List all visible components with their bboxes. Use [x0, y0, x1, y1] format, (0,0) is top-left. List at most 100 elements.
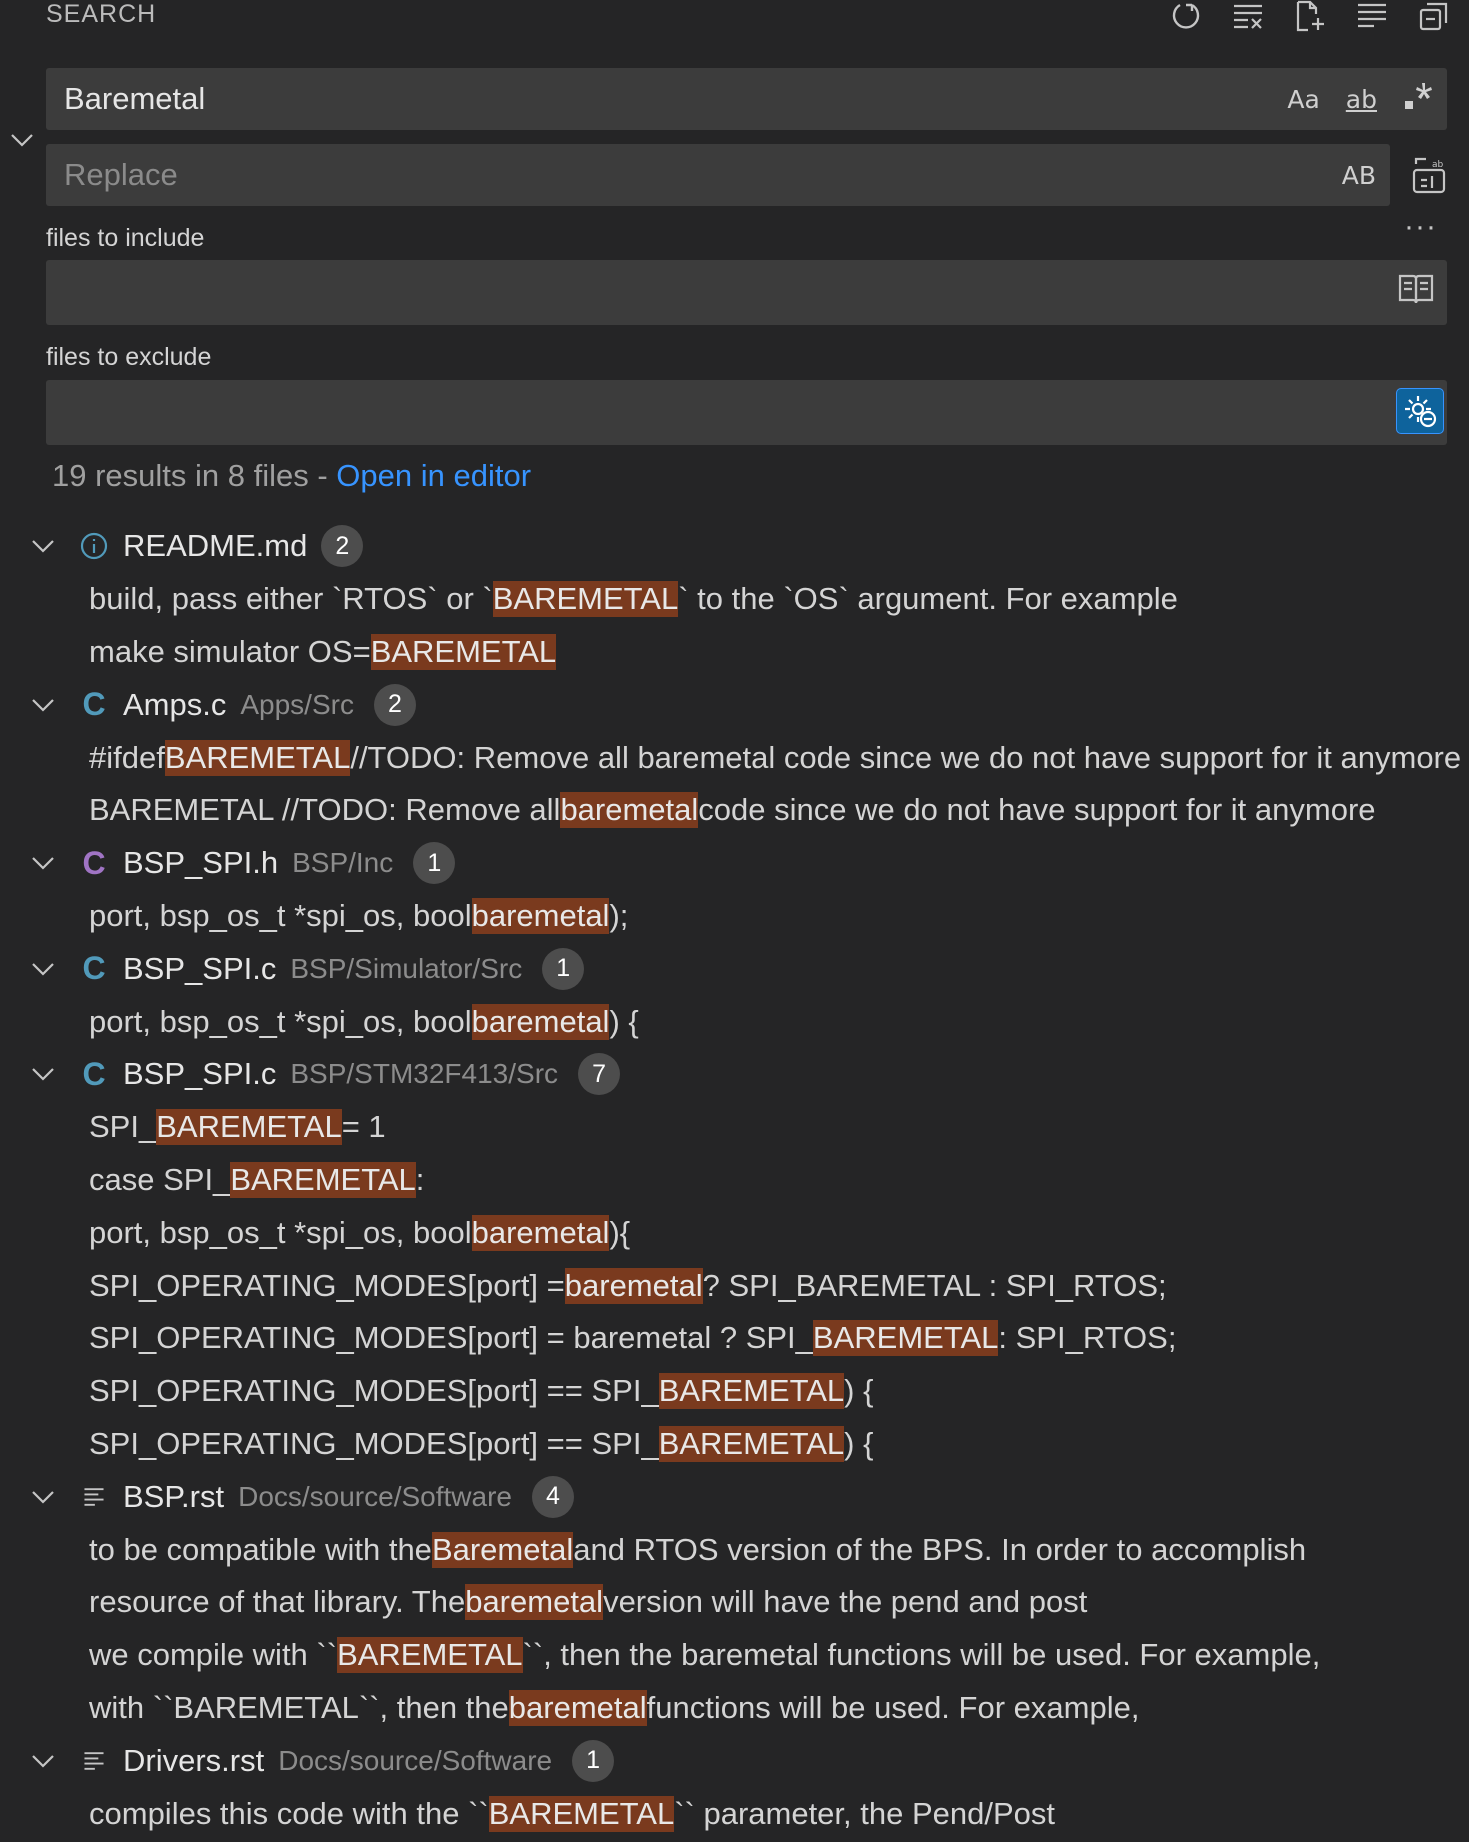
- match-suffix: functions will be used. For example,: [646, 1689, 1140, 1725]
- match-prefix: build, pass either `RTOS` or `: [89, 581, 493, 617]
- search-toolbar: [1169, 0, 1451, 32]
- search-input[interactable]: Baremetal Aa ab: [46, 68, 1447, 130]
- open-editors-only-icon[interactable]: [1397, 270, 1435, 308]
- chevron-down-icon[interactable]: [29, 1483, 59, 1511]
- match-line[interactable]: port, bsp_os_t *spi_os, bool baremetal);: [0, 890, 1469, 943]
- preserve-case-toggle[interactable]: AB: [1342, 161, 1376, 190]
- toggle-replace-chevron-icon[interactable]: [8, 126, 36, 154]
- match-suffix: ){: [609, 1214, 631, 1250]
- chevron-down-icon[interactable]: [29, 955, 59, 983]
- match-line[interactable]: we compile with `` BAREMETAL ``, then the …: [0, 1629, 1469, 1682]
- match-highlight: Baremetal: [431, 1531, 574, 1568]
- match-suffix: = 1: [341, 1109, 386, 1145]
- match-line[interactable]: port, bsp_os_t *spi_os, bool baremetal) …: [0, 995, 1469, 1048]
- text-file-icon: [79, 1748, 109, 1774]
- match-prefix: SPI_OPERATING_MODES[port] == SPI_: [89, 1425, 659, 1461]
- collapse-all-icon[interactable]: [1417, 0, 1451, 32]
- view-as-tree-icon[interactable]: [1355, 0, 1389, 32]
- match-suffix: );: [609, 897, 629, 933]
- match-prefix: SPI_OPERATING_MODES[port] =: [89, 1267, 565, 1303]
- refresh-icon[interactable]: [1169, 0, 1203, 32]
- match-line[interactable]: SPI_OPERATING_MODES[port] = baremetal ? …: [0, 1312, 1469, 1365]
- file-result-row[interactable]: C BSP_SPI.h BSP/Inc 1: [0, 837, 1469, 890]
- c-header-icon: C: [82, 844, 106, 881]
- text-file-icon: [79, 1484, 109, 1510]
- files-to-exclude-input[interactable]: [46, 380, 1447, 445]
- match-suffix: ? SPI_BAREMETAL : SPI_RTOS;: [702, 1267, 1167, 1303]
- whole-word-toggle[interactable]: ab: [1346, 85, 1377, 114]
- match-highlight: BAREMETAL: [658, 1425, 845, 1462]
- files-to-include-input[interactable]: [46, 260, 1447, 325]
- match-line[interactable]: with ``BAREMETAL``, then the baremetal f…: [0, 1682, 1469, 1735]
- match-suffix: :: [415, 1161, 425, 1197]
- file-path: BSP/Simulator/Src: [290, 952, 523, 984]
- match-line[interactable]: SPI_OPERATING_MODES[port] == SPI_ BAREMET…: [0, 1365, 1469, 1418]
- include-label: files to include: [46, 224, 205, 252]
- match-prefix: port, bsp_os_t *spi_os, bool: [89, 1003, 472, 1039]
- match-count-badge: 2: [373, 683, 416, 726]
- replace-placeholder: Replace: [64, 157, 178, 192]
- match-highlight: baremetal: [471, 897, 610, 934]
- match-highlight: baremetal: [471, 1003, 610, 1040]
- open-in-editor-link[interactable]: Open in editor: [336, 458, 531, 493]
- results-count-text: 19 results in 8 files -: [52, 458, 337, 493]
- file-result-row[interactable]: C Amps.c Apps/Src 2: [0, 678, 1469, 731]
- chevron-down-icon[interactable]: [29, 532, 59, 560]
- match-suffix: //TODO: Remove all baremetal code since …: [350, 739, 1462, 775]
- match-highlight: BAREMETAL: [658, 1373, 845, 1410]
- file-result-row[interactable]: README.md 2: [0, 520, 1469, 573]
- file-result-row[interactable]: Drivers.rst Docs/source/Software 1: [0, 1734, 1469, 1787]
- match-highlight: BAREMETAL: [492, 581, 679, 618]
- use-exclude-settings-button[interactable]: [1396, 388, 1444, 434]
- match-line[interactable]: port, bsp_os_t *spi_os, bool baremetal){: [0, 1206, 1469, 1259]
- match-highlight: baremetal: [471, 1214, 610, 1251]
- match-line[interactable]: SPI_OPERATING_MODES[port] = baremetal ? …: [0, 1259, 1469, 1312]
- file-name: README.md: [123, 528, 308, 564]
- match-line[interactable]: resource of that library. The baremetal …: [0, 1576, 1469, 1629]
- match-line[interactable]: SPI_ BAREMETAL = 1: [0, 1101, 1469, 1154]
- match-suffix: ``, then the baremetal functions will be…: [522, 1637, 1321, 1673]
- file-result-row[interactable]: C BSP_SPI.c BSP/Simulator/Src 1: [0, 942, 1469, 995]
- match-prefix: port, bsp_os_t *spi_os, bool: [89, 897, 472, 933]
- file-name: Amps.c: [123, 686, 227, 722]
- match-highlight: BAREMETAL: [164, 739, 351, 776]
- match-prefix: SPI_OPERATING_MODES[port] = baremetal ? …: [89, 1320, 813, 1356]
- file-result-row[interactable]: C BSP_SPI.c BSP/STM32F413/Src 7: [0, 1048, 1469, 1101]
- replace-all-button[interactable]: ab: [1408, 156, 1448, 196]
- search-view-title: SEARCH: [46, 0, 157, 28]
- match-highlight: baremetal: [560, 792, 699, 829]
- file-name: BSP_SPI.c: [123, 950, 277, 986]
- match-line[interactable]: build, pass either `RTOS` or ` BAREMETAL `…: [0, 573, 1469, 626]
- search-input-value: Baremetal: [64, 81, 206, 116]
- more-options-button[interactable]: ···: [1404, 210, 1437, 244]
- match-highlight: baremetal: [564, 1267, 703, 1304]
- file-name: BSP_SPI.c: [123, 1056, 277, 1092]
- match-line[interactable]: BAREMETAL //TODO: Remove all baremetal c…: [0, 784, 1469, 837]
- match-line[interactable]: #ifdef BAREMETAL //TODO: Remove all bare…: [0, 731, 1469, 784]
- match-highlight: BAREMETAL: [488, 1795, 675, 1832]
- match-line[interactable]: SPI_OPERATING_MODES[port] == SPI_ BAREMET…: [0, 1418, 1469, 1471]
- file-path: Docs/source/Software: [238, 1480, 512, 1512]
- match-line[interactable]: to be compatible with the Baremetal and …: [0, 1523, 1469, 1576]
- search-results-tree: README.md 2 build, pass either `RTOS` or `…: [0, 520, 1469, 1840]
- match-line[interactable]: compiles this code with the `` BAREMETAL `…: [0, 1787, 1469, 1840]
- file-result-row[interactable]: BSP.rst Docs/source/Software 4: [0, 1470, 1469, 1523]
- chevron-down-icon[interactable]: [29, 849, 59, 877]
- match-case-toggle[interactable]: Aa: [1287, 85, 1319, 114]
- new-search-editor-icon[interactable]: [1293, 0, 1327, 32]
- match-suffix: and RTOS version of the BPS. In order to…: [573, 1531, 1307, 1567]
- chevron-down-icon[interactable]: [29, 1747, 59, 1775]
- match-prefix: #ifdef: [89, 739, 165, 775]
- chevron-down-icon[interactable]: [29, 691, 59, 719]
- match-line[interactable]: case SPI_ BAREMETAL:: [0, 1154, 1469, 1207]
- gear-icon: [1405, 396, 1437, 428]
- replace-input[interactable]: Replace AB: [46, 144, 1390, 206]
- match-prefix: to be compatible with the: [89, 1531, 432, 1567]
- file-path: BSP/STM32F413/Src: [290, 1058, 559, 1090]
- chevron-down-icon[interactable]: [29, 1060, 59, 1088]
- clear-results-icon[interactable]: [1231, 0, 1265, 32]
- regex-toggle[interactable]: [1403, 81, 1433, 117]
- match-prefix: with ``BAREMETAL``, then the: [89, 1689, 509, 1725]
- match-line[interactable]: make simulator OS= BAREMETAL: [0, 626, 1469, 679]
- match-highlight: BAREMETAL: [812, 1320, 999, 1357]
